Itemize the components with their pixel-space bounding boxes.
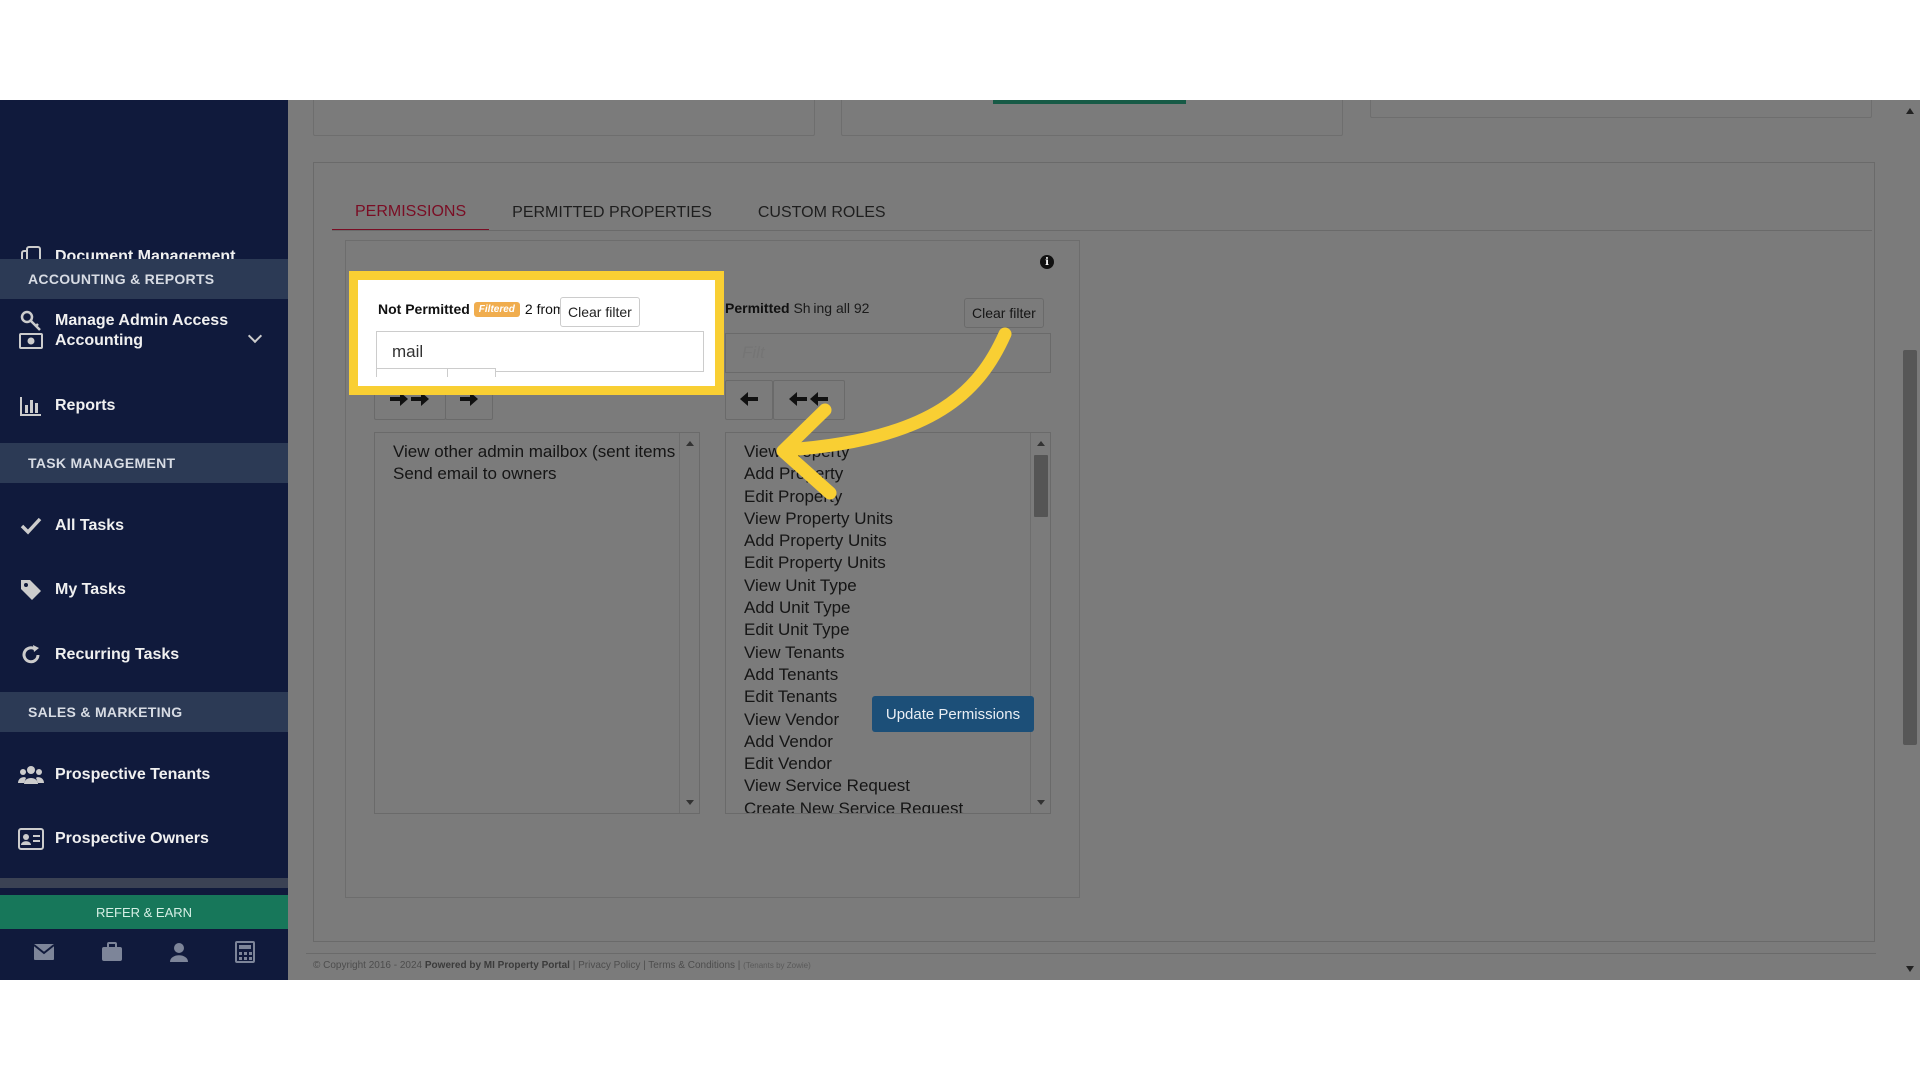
list-item[interactable]: Edit Vendor [744,753,1032,775]
scroll-down-icon[interactable] [1906,966,1914,972]
summary-card [313,100,815,136]
sidebar-item-label: Prospective Owners [55,830,209,847]
scroll-down-icon[interactable] [1037,800,1045,805]
scrollbar-thumb[interactable] [1903,350,1917,745]
scroll-up-icon[interactable] [686,441,694,446]
mail-icon[interactable] [33,943,55,967]
list-item[interactable]: Send email to owners [393,463,681,485]
annotation-arrow-icon [776,327,1012,500]
footer: © Copyright 2016 - 2024 Powered by MI Pr… [313,960,811,971]
footer-credit: (Tenants by Zowie) [743,961,811,970]
refer-and-earn-button[interactable]: REFER & EARN [0,895,288,929]
sidebar-divider [0,878,288,888]
scrollbar-thumb[interactable] [1034,455,1048,517]
list-item[interactable]: Create New Service Request [744,798,1032,813]
main-content: PERMISSIONS PERMITTED PROPERTIES CUSTOM … [288,100,1920,980]
users-icon [18,762,44,788]
sidebar-item-label: My Tasks [55,581,126,598]
not-permitted-filter-input[interactable] [376,331,704,372]
sidebar: Document Management Manage Admin Access … [0,100,288,980]
sidebar-item-prospective-owners[interactable]: Prospective Owners [0,809,288,869]
not-permitted-clear-filter-button[interactable]: Clear filter [560,297,640,327]
footer-divider [306,953,1876,954]
highlight-callout-box: Not Permitted Filtered 2 from 25 Clear f… [349,271,724,395]
permitted-title: Permitted [725,300,790,316]
app-viewport: Document Management Manage Admin Access … [0,100,1920,980]
money-icon [18,328,44,354]
tab-divider [332,230,1872,231]
move-all-right-button-edge [376,368,448,377]
calculator-icon[interactable] [235,941,255,969]
sidebar-item-reports[interactable]: Reports [0,376,288,436]
move-selected-right-button-edge [447,368,496,377]
tab-permitted-properties[interactable]: PERMITTED PROPERTIES [489,195,735,231]
footer-powered-link[interactable]: Powered by MI Property Portal [425,960,570,971]
list-item[interactable]: View Tenants [744,642,1032,664]
sidebar-item-label: Reports [55,397,116,414]
sidebar-item-label: Prospective Tenants [55,766,211,783]
sidebar-item-accounting[interactable]: Accounting [0,311,288,371]
listbox-scrollbar[interactable] [679,433,699,813]
sidebar-item-label: All Tasks [55,517,125,534]
refresh-icon [18,642,44,668]
list-item[interactable]: Add Tenants [744,664,1032,686]
sidebar-item-recurring-tasks[interactable]: Recurring Tasks [0,625,288,685]
list-item[interactable]: Edit Property Units [744,552,1032,574]
chevron-down-icon[interactable] [247,328,263,344]
tab-custom-roles[interactable]: CUSTOM ROLES [735,195,909,231]
tab-permissions[interactable]: PERMISSIONS [332,195,490,231]
section-header-sales: SALES & MARKETING [0,692,288,732]
check-icon [18,513,44,539]
list-item[interactable]: Add Unit Type [744,597,1032,619]
sidebar-item-label: Recurring Tasks [55,646,180,663]
page-scrollbar[interactable] [1900,100,1920,980]
sidebar-item-prospective-tenants[interactable]: Prospective Tenants [0,745,288,805]
scroll-up-icon[interactable] [1906,108,1914,114]
scroll-up-icon[interactable] [1037,441,1045,446]
list-item[interactable]: View other admin mailbox (sent items [393,441,681,463]
permitted-count: Sh ing all 92 [793,300,870,316]
user-icon[interactable] [169,942,189,968]
card-accent-bar [993,100,1186,104]
section-header-tasks: TASK MANAGEMENT [0,443,288,483]
section-header-accounting: ACCOUNTING & REPORTS [0,259,288,299]
footer-copyright: © Copyright 2016 - 2024 [313,960,423,971]
sidebar-item-label: Accounting [55,332,143,349]
briefcase-icon[interactable] [101,942,123,968]
summary-card [1370,100,1872,118]
list-item[interactable]: Add Vendor [744,731,1032,753]
filtered-badge: Filtered [473,301,520,317]
id-card-icon [18,826,44,852]
info-icon[interactable]: i [1040,255,1054,269]
bar-chart-icon [18,393,44,419]
tab-bar: PERMISSIONS PERMITTED PROPERTIES CUSTOM … [332,195,909,231]
not-permitted-listbox[interactable]: View other admin mailbox (sent items Sen… [374,432,700,814]
not-permitted-title: Not Permitted [378,301,470,317]
update-permissions-button[interactable]: Update Permissions [872,696,1034,732]
sidebar-bottom-toolbar [0,930,288,980]
list-item[interactable]: View Service Request [744,775,1032,797]
sidebar-item-my-tasks[interactable]: My Tasks [0,560,288,620]
summary-card [841,100,1343,136]
list-item[interactable]: Edit Unit Type [744,619,1032,641]
footer-links[interactable]: | Privacy Policy | Terms & Conditions | [573,960,741,971]
not-permitted-header: Not Permitted Filtered 2 from 25 [378,301,584,317]
permitted-header: Permitted Sh ing all 92 [725,300,869,316]
tag-icon [18,577,44,603]
listbox-scrollbar[interactable] [1030,433,1050,813]
sidebar-item-all-tasks[interactable]: All Tasks [0,496,288,556]
list-item[interactable]: Add Property Units [744,530,1032,552]
scroll-down-icon[interactable] [686,800,694,805]
list-item[interactable]: View Unit Type [744,575,1032,597]
